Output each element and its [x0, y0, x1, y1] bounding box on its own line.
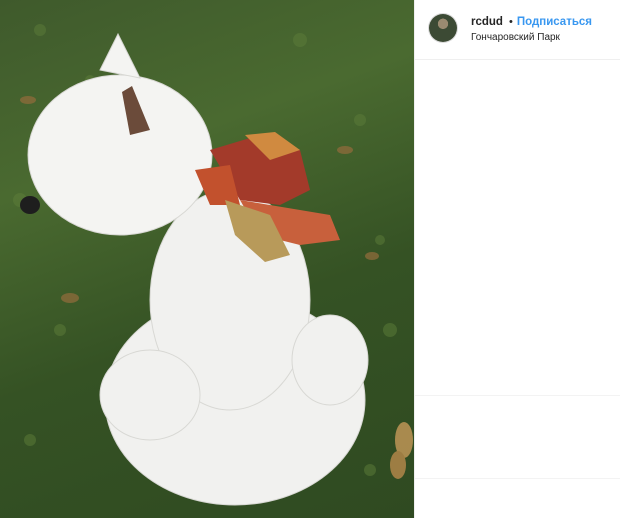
post-sidebar: rcdud • Подписаться Гончаровский Парк — [414, 0, 620, 518]
separator-dot: • — [508, 16, 513, 28]
avatar[interactable] — [429, 14, 457, 42]
location-link[interactable]: Гончаровский Парк — [471, 31, 592, 45]
post-header: rcdud • Подписаться Гончаровский Парк — [415, 0, 620, 60]
username-line: rcdud • Подписаться — [471, 14, 592, 30]
dog-photo-illustration — [13, 24, 413, 506]
follow-button[interactable]: Подписаться — [517, 14, 592, 30]
instagram-post: rcdud • Подписаться Гончаровский Парк — [0, 0, 620, 518]
post-meta: rcdud • Подписаться Гончаровский Парк — [471, 14, 592, 45]
comments-area — [415, 395, 620, 479]
post-photo[interactable] — [0, 0, 414, 518]
username-link[interactable]: rcdud — [471, 14, 503, 30]
